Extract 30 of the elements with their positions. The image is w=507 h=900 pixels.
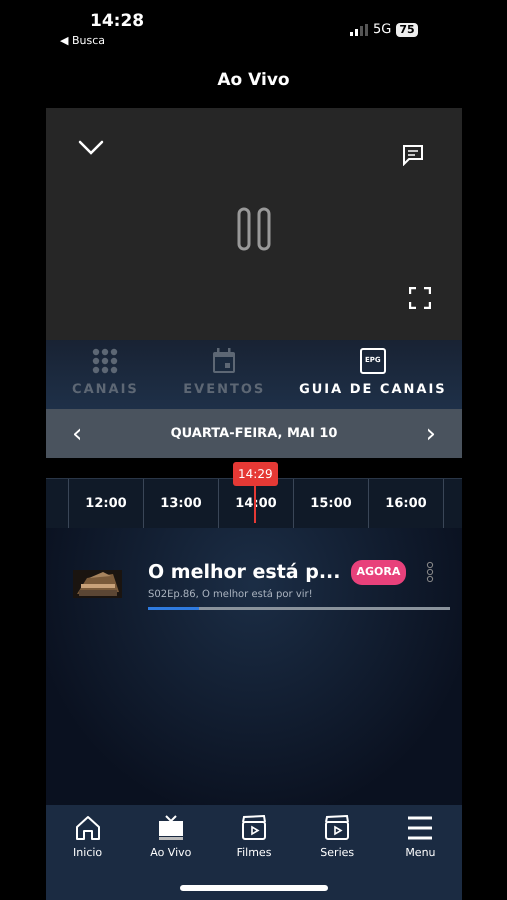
back-link[interactable]: ◀ Busca [60, 33, 105, 50]
more-options-icon[interactable] [426, 561, 434, 584]
home-icon [74, 815, 101, 841]
clapperboard-icon [241, 815, 267, 841]
signal-icon [350, 24, 368, 36]
battery-level: 75 [396, 22, 418, 37]
live-badge: AGORA [350, 560, 406, 584]
clapperboard-icon [324, 815, 350, 841]
tv-icon [158, 815, 184, 841]
nav-item[interactable]: Series [296, 815, 379, 900]
calendar-icon [212, 348, 236, 374]
program-subtitle: S02Ep.86, O melhor está por vir! [148, 588, 314, 602]
nav-item[interactable]: Menu [378, 815, 462, 900]
nav-item[interactable]: Filmes [212, 815, 296, 900]
date-label: QUARTA-FEIRA, MAI 10 [170, 424, 338, 443]
program-title: O melhor está p... [148, 560, 340, 585]
page-title: Ao Vivo [217, 69, 290, 92]
pause-icon[interactable] [236, 207, 272, 251]
previous-day-button[interactable]: ‹ [68, 420, 86, 446]
chevron-down-icon[interactable] [78, 140, 104, 156]
chat-icon[interactable] [402, 144, 424, 166]
status-time: 14:28 [90, 10, 144, 33]
next-day-button[interactable]: › [422, 420, 440, 446]
menu-icon [407, 815, 434, 841]
nav-item[interactable]: Ao Vivo [129, 815, 212, 900]
nav-item[interactable]: Inicio [46, 815, 130, 900]
network-label: 5G [373, 21, 392, 39]
current-time-marker: 14:29 [233, 462, 278, 486]
fullscreen-icon[interactable] [409, 287, 431, 309]
grid-icon [92, 348, 118, 374]
